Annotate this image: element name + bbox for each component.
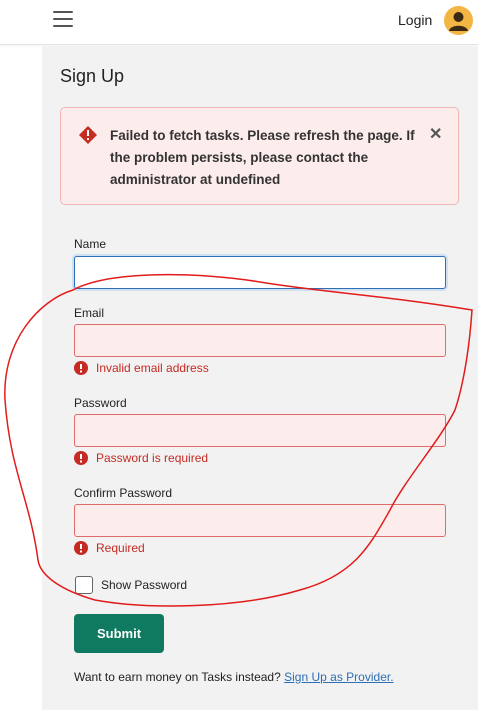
show-password-checkbox[interactable]	[75, 576, 93, 594]
password-label: Password	[74, 396, 127, 410]
email-error-text: Invalid email address	[96, 361, 209, 375]
confirm-password-label: Confirm Password	[74, 486, 173, 500]
confirm-password-field[interactable]	[74, 504, 446, 537]
password-error-text: Password is required	[96, 451, 209, 465]
email-error: Invalid email address	[74, 361, 209, 375]
error-icon	[74, 361, 88, 375]
show-password-label[interactable]: Show Password	[101, 578, 187, 592]
password-error: Password is required	[74, 451, 208, 465]
provider-prompt-text: Want to earn money on Tasks instead?	[74, 670, 281, 684]
alert-message: Failed to fetch tasks. Please refresh th…	[110, 128, 415, 187]
page-title: Sign Up	[60, 66, 125, 86]
hamburger-menu-icon[interactable]	[53, 11, 73, 29]
warning-icon	[79, 126, 97, 144]
error-icon	[74, 541, 88, 555]
left-margin	[0, 0, 42, 710]
top-navbar: Login	[0, 0, 478, 45]
email-field[interactable]	[74, 324, 446, 357]
name-field[interactable]	[74, 256, 446, 289]
close-icon[interactable]: ✕	[429, 124, 442, 144]
user-avatar-icon[interactable]	[444, 6, 473, 35]
error-alert: Failed to fetch tasks. Please refresh th…	[60, 107, 459, 205]
provider-prompt: Want to earn money on Tasks instead? Sig…	[74, 670, 394, 684]
email-label: Email	[74, 306, 105, 320]
confirm-password-error-text: Required	[96, 541, 145, 555]
confirm-password-error: Required	[74, 541, 145, 555]
name-label: Name	[74, 237, 107, 251]
error-icon	[74, 451, 88, 465]
provider-signup-link[interactable]: Sign Up as Provider.	[284, 670, 393, 684]
login-link[interactable]: Login	[398, 12, 432, 28]
password-field[interactable]	[74, 414, 446, 447]
main-content: Sign Up Failed to fetch tasks. Please re…	[42, 46, 478, 710]
submit-button[interactable]: Submit	[74, 614, 164, 653]
